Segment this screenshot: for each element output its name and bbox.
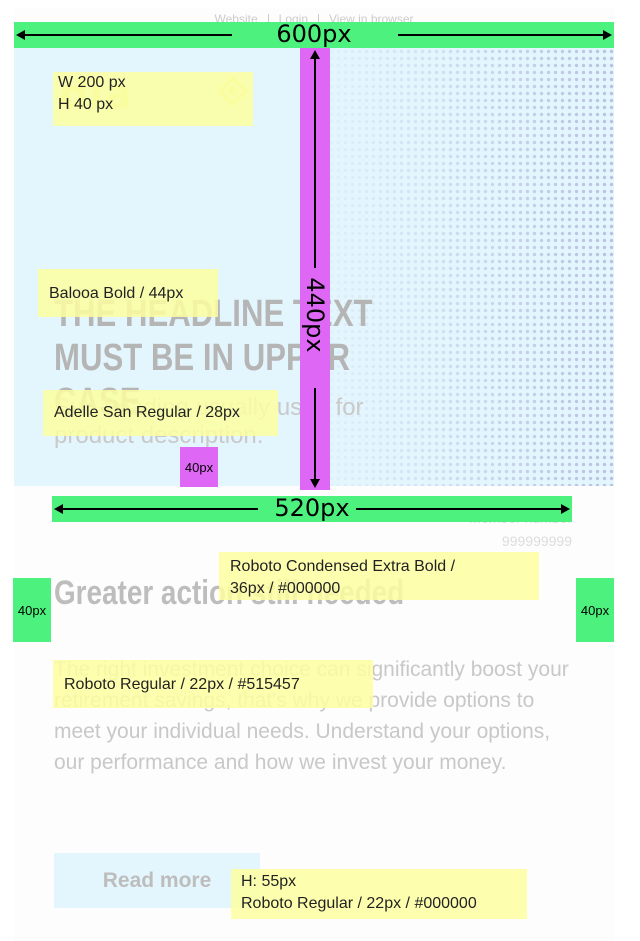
body-font-note: Roboto Regular / 22px / #515457 (53, 660, 373, 708)
title-font-note-line-2: 36px / #000000 (230, 580, 341, 597)
member-number-value: 999999999 (501, 533, 572, 549)
button-font-note: Roboto Regular / 22px / #000000 (241, 895, 477, 912)
width-600-dimension: 600px (14, 20, 614, 48)
right-margin-note: 40px (576, 578, 614, 642)
width-520-dimension: 520px (52, 494, 572, 522)
width-600-label: 600px (276, 20, 352, 48)
width-520-label: 520px (274, 494, 350, 522)
headline-font-note: Balooa Bold / 44px (38, 269, 218, 317)
spacing-40-note: 40px (180, 447, 218, 487)
height-440-dimension: 440px (300, 48, 330, 490)
left-margin-note: 40px (13, 578, 51, 642)
logo-size-note: W 200 px H 40 px (53, 72, 253, 126)
button-height-note: H: 55px (241, 873, 297, 890)
button-spec-note: H: 55px Roboto Regular / 22px / #000000 (231, 869, 527, 919)
logo-height-note: H 40 px (58, 96, 114, 113)
logo-width-note: W 200 px (58, 74, 126, 91)
read-more-button[interactable]: Read more (54, 853, 260, 908)
height-440-label: 440px (301, 277, 329, 353)
title-font-note: Roboto Condensed Extra Bold / 36px / #00… (219, 552, 539, 600)
title-font-note-line-1: Roboto Condensed Extra Bold / (230, 558, 456, 575)
subheading-font-note: Adelle San Regular / 28px (43, 390, 278, 436)
